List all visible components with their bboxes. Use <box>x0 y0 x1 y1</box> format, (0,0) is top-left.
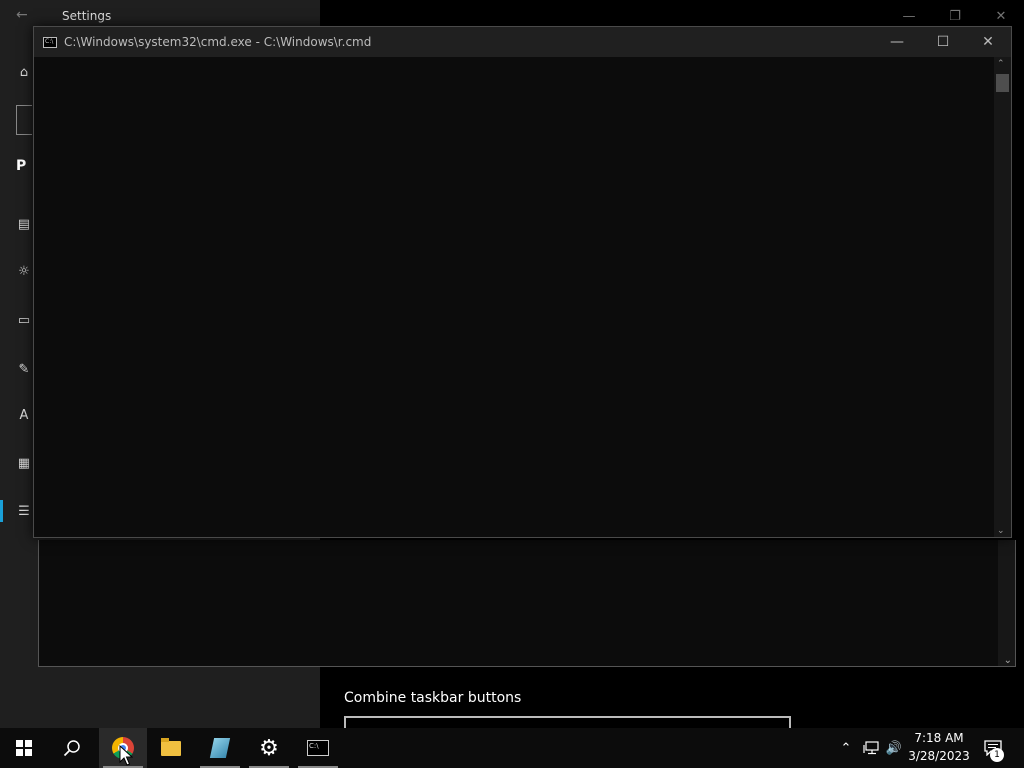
settings-title: Settings <box>62 9 112 23</box>
cmd-scrollbar[interactable]: ⌃ ⌄ <box>994 57 1011 537</box>
mouse-cursor-icon <box>119 745 133 766</box>
search-button[interactable] <box>48 728 96 768</box>
settings-search-input[interactable] <box>16 105 32 135</box>
lock-screen-icon[interactable]: ▭ <box>15 311 33 329</box>
cmd-icon: C:\ <box>307 740 329 756</box>
combine-taskbar-buttons-label: Combine taskbar buttons <box>344 690 522 706</box>
file-explorer-taskbar-button[interactable] <box>147 728 195 768</box>
taskbar: ⚙ C:\ ⌃ 🔊 7:18 AM 3/28/2023 1 <box>0 728 1024 768</box>
scroll-down-icon[interactable]: ⌄ <box>997 526 1005 536</box>
search-icon <box>63 740 80 757</box>
cmd-minimize-button[interactable]: — <box>874 27 920 57</box>
network-monitor-icon <box>863 741 879 755</box>
cmd-close-button[interactable]: ✕ <box>965 27 1011 57</box>
background-scrollbar[interactable]: ⌄ <box>998 540 1015 666</box>
cmd-window: C:\ C:\Windows\system32\cmd.exe - C:\Win… <box>33 26 1012 538</box>
cmd-console-area[interactable] <box>34 57 994 537</box>
taskbar-settings-icon[interactable]: ☰ <box>15 502 33 520</box>
folder-icon <box>161 737 181 756</box>
notepad-icon <box>209 738 231 758</box>
cmd-maximize-button[interactable]: ☐ <box>920 27 966 57</box>
scroll-thumb[interactable] <box>996 74 1009 92</box>
selected-indicator <box>0 500 3 522</box>
back-arrow-icon[interactable]: ← <box>16 7 36 25</box>
cmd-window-title: C:\Windows\system32\cmd.exe - C:\Windows… <box>64 35 372 49</box>
settings-taskbar-button[interactable]: ⚙ <box>245 728 293 768</box>
fonts-icon[interactable]: A <box>15 406 33 424</box>
network-icon[interactable] <box>860 728 882 768</box>
cmd-app-icon: C:\ <box>43 37 57 48</box>
scroll-up-icon[interactable]: ⌃ <box>997 59 1005 69</box>
colors-icon[interactable]: ☼ <box>15 262 33 280</box>
background-window: ⌄ <box>38 540 1016 667</box>
themes-icon[interactable]: ✎ <box>15 360 33 378</box>
clock-time[interactable]: 7:18 AM <box>905 731 973 745</box>
windows-logo-icon <box>16 740 32 756</box>
notepad-taskbar-button[interactable] <box>196 728 244 768</box>
start-button[interactable] <box>0 728 48 768</box>
background-icon[interactable]: ▤ <box>15 215 33 233</box>
cmd-titlebar[interactable]: C:\ C:\Windows\system32\cmd.exe - C:\Win… <box>34 27 1011 57</box>
action-center-button[interactable]: 1 <box>978 728 1008 768</box>
settings-section-heading: P <box>16 158 27 174</box>
cmd-taskbar-button[interactable]: C:\ <box>294 728 342 768</box>
notification-count-badge: 1 <box>990 748 1004 762</box>
home-icon[interactable]: ⌂ <box>15 63 33 81</box>
gear-icon: ⚙ <box>259 735 279 761</box>
clock-date[interactable]: 3/28/2023 <box>905 749 973 763</box>
start-settings-icon[interactable]: ▦ <box>15 454 33 472</box>
volume-icon[interactable]: 🔊 <box>884 728 904 768</box>
show-hidden-icons-chevron-icon[interactable]: ⌃ <box>836 728 856 768</box>
scroll-down-icon[interactable]: ⌄ <box>1004 655 1012 666</box>
